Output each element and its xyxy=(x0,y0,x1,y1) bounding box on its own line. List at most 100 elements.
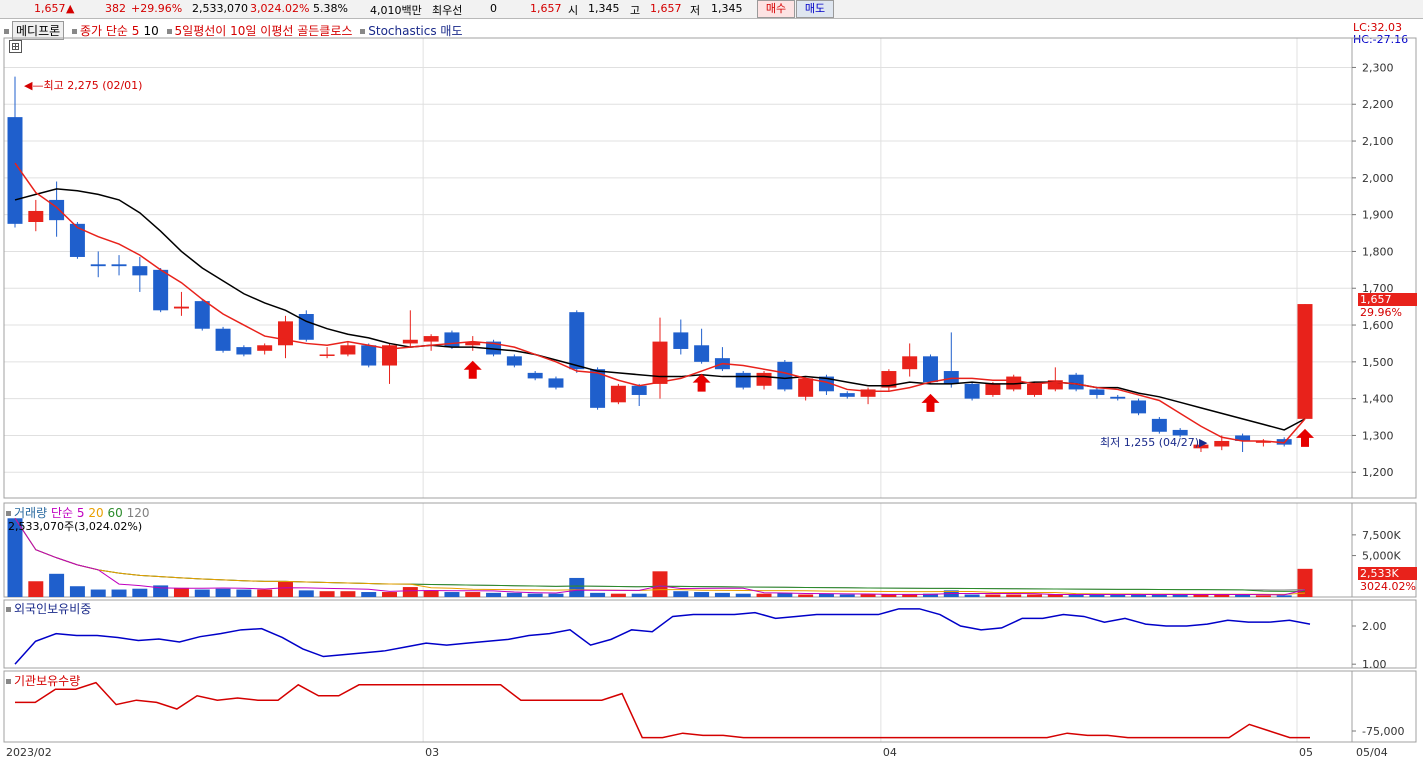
y-tick-label: 1,500 xyxy=(1362,356,1394,369)
candle-body xyxy=(194,301,210,329)
candle-body xyxy=(527,372,543,379)
date-axis: 2023/02 03 04 05 05/04 xyxy=(6,746,1388,759)
up-arrow-icon xyxy=(1296,428,1314,447)
low-annotation: 최저 1,255 (04/27)▶ xyxy=(1100,436,1208,449)
candle-body xyxy=(798,378,814,397)
panel-frame xyxy=(3,599,1353,669)
volume-bar xyxy=(298,590,314,597)
volume-bar xyxy=(361,592,377,597)
candle-body xyxy=(1027,383,1043,395)
volume-bar xyxy=(714,592,730,597)
volume-bar xyxy=(215,588,231,597)
candle-body xyxy=(922,356,938,383)
high-annotation: ◀—최고 2,275 (02/01) xyxy=(24,79,143,92)
candle-body xyxy=(777,361,793,390)
right-arrow-icon: ▶ xyxy=(1199,436,1208,449)
inst-qty-line: -75,000 xyxy=(15,681,1404,739)
volume-bar xyxy=(985,594,1001,597)
candle-body xyxy=(1089,389,1105,395)
volume-bar xyxy=(881,594,897,597)
volume-bar xyxy=(132,588,148,597)
foreign-tick-label: 2.00 xyxy=(1362,620,1387,633)
candle-body xyxy=(361,345,377,366)
candle-body xyxy=(902,356,918,370)
inst-qty-line xyxy=(15,681,1310,739)
candle-body xyxy=(215,328,231,351)
volume-bar xyxy=(1276,595,1292,597)
y-tick-label: 1,600 xyxy=(1362,319,1394,332)
candle-body xyxy=(1131,400,1147,414)
candle-body xyxy=(340,345,356,355)
x-tick-label: 04 xyxy=(883,746,897,759)
candle-body xyxy=(652,341,668,384)
candle-body xyxy=(839,393,855,397)
volume-bar xyxy=(49,573,65,597)
candle-body xyxy=(673,332,689,349)
candle-body xyxy=(756,372,772,386)
candle-body xyxy=(548,378,564,388)
candles xyxy=(7,76,1313,452)
price-axis: 2,3002,2002,1002,0001,9001,8001,7001,600… xyxy=(1352,61,1394,479)
panel-frame xyxy=(3,670,1353,743)
x-tick-label: 2023/02 xyxy=(6,746,52,759)
volume-bar xyxy=(340,591,356,597)
candle-body xyxy=(943,371,959,384)
y-tick-label: 2,200 xyxy=(1362,98,1394,111)
foreign-tick-label: 1.00 xyxy=(1362,658,1387,671)
candle-body xyxy=(153,269,169,311)
up-arrow-icon xyxy=(463,360,482,379)
y-tick-label: 1,400 xyxy=(1362,393,1394,406)
candle-body xyxy=(1110,396,1126,399)
candle-body xyxy=(69,223,85,257)
volume-bar xyxy=(735,593,751,597)
up-arrow-icon xyxy=(692,373,711,392)
volume-bar xyxy=(28,581,44,597)
volume-bar xyxy=(444,592,460,597)
volume-bar xyxy=(798,594,814,597)
volume-bar xyxy=(1297,568,1313,597)
candle-body xyxy=(1151,418,1167,432)
last-price-tag: 1,657 xyxy=(1358,293,1417,306)
last-pct-label: 29.96% xyxy=(1360,306,1402,319)
up-arrow-icon xyxy=(921,393,940,412)
volume-bar xyxy=(569,577,585,597)
stock-chart[interactable]: 2,3002,2002,1002,0001,9001,8001,7001,600… xyxy=(0,0,1423,763)
foreign-legend: 외국인보유비중 xyxy=(6,600,91,617)
ma5-line xyxy=(14,162,1306,444)
panel-frame xyxy=(3,37,1353,499)
candle-body xyxy=(985,383,1001,395)
volume-bar xyxy=(652,571,668,597)
volume-bar xyxy=(90,589,106,597)
candle-body xyxy=(423,336,439,342)
candle-body xyxy=(277,321,293,346)
y-tick-label: 1,900 xyxy=(1362,209,1394,222)
volume-bar xyxy=(111,589,127,597)
volume-bar xyxy=(486,592,502,597)
candle-body xyxy=(631,385,647,395)
candle-body xyxy=(444,332,460,348)
foreign-ratio-line: 2.00 1.00 xyxy=(14,608,1387,671)
y-tick-label: 2,100 xyxy=(1362,135,1394,148)
volume-bar xyxy=(902,594,918,597)
x-tick-label: 05/04 xyxy=(1356,746,1388,759)
volume-value-text: 2,533,070주(3,024.02%) xyxy=(8,520,143,533)
candle-body xyxy=(1297,304,1313,419)
candle-body xyxy=(319,354,335,356)
volume-bar xyxy=(756,593,772,597)
volume-bar xyxy=(69,586,85,597)
volume-bar xyxy=(860,594,876,597)
volume-bar xyxy=(1006,594,1022,597)
volume-pct-label: 3024.02% xyxy=(1360,580,1416,593)
candle-body xyxy=(111,264,127,267)
inst-tick-label: -75,000 xyxy=(1362,725,1404,738)
panel-frame xyxy=(3,502,1353,598)
volume-bar xyxy=(964,594,980,597)
candle-body xyxy=(257,345,273,351)
candle-body xyxy=(173,306,189,309)
candle-body xyxy=(610,385,626,403)
x-tick-label: 03 xyxy=(425,746,439,759)
volume-bar xyxy=(506,592,522,597)
volume-bar xyxy=(423,590,439,597)
candle-body xyxy=(694,345,710,362)
y-tick-label: 2,000 xyxy=(1362,172,1394,185)
